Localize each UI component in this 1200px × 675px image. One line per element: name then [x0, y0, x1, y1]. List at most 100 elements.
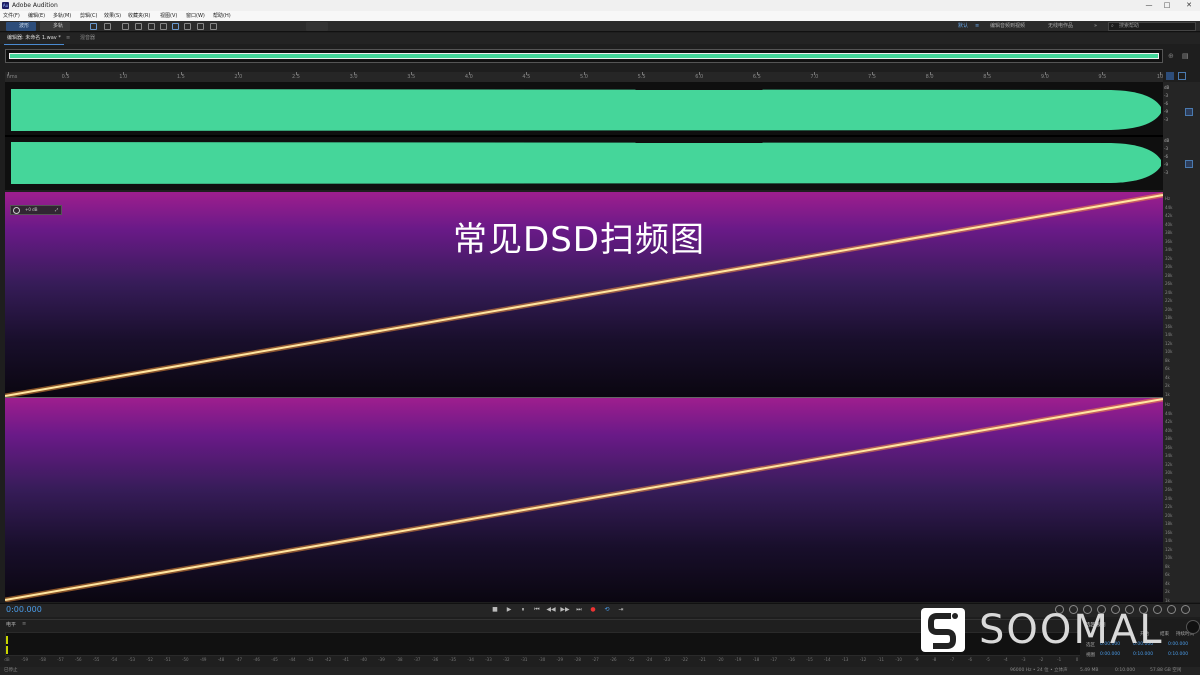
- timecode-display[interactable]: 0:00.000: [6, 605, 42, 614]
- tab-editor[interactable]: 编辑器: 未命名 1.wav *: [4, 33, 64, 45]
- razor-tool-icon[interactable]: [135, 23, 142, 30]
- time-ruler[interactable]: hms 0.5 1.0 1.5 2.0 2.5 3.0 3.5 4.0 4.5 5.0 5.5 6.0 6…: [5, 72, 1163, 82]
- menu-view[interactable]: 视图(V): [160, 11, 177, 21]
- frequency-label: 14k: [1165, 538, 1173, 544]
- menu-clip[interactable]: 剪辑(C): [80, 11, 97, 21]
- brush-tool-icon[interactable]: [197, 23, 204, 30]
- zoom-out-full-icon[interactable]: [1181, 605, 1190, 614]
- panel-scroll-icon[interactable]: [1186, 620, 1200, 634]
- fast-forward-button[interactable]: ▶▶: [560, 606, 570, 614]
- status-free-space: 57.88 GB 空闲: [1150, 668, 1182, 673]
- editor-tabs: 编辑器: 未命名 1.wav * ≡ 混音器: [0, 33, 1200, 45]
- level-scale-label: -39: [378, 657, 385, 662]
- waveform-left-channel: [11, 89, 1161, 131]
- menu-edit[interactable]: 编辑(E): [28, 11, 45, 21]
- lasso-tool-icon[interactable]: [184, 23, 191, 30]
- workspace-edit-video[interactable]: 编辑音频到视频: [990, 21, 1025, 32]
- level-scale-label: -25: [627, 657, 635, 662]
- tab-mixer[interactable]: 混音器: [80, 33, 95, 44]
- spot-healing-icon[interactable]: [210, 23, 217, 30]
- multitrack-button[interactable]: 多轨: [40, 22, 70, 31]
- ruler-label: 10: [1156, 74, 1164, 80]
- level-scale-label: -12: [859, 657, 867, 662]
- move-tool-icon[interactable]: [122, 23, 129, 30]
- level-scale-label: -11: [877, 657, 885, 662]
- overview-waveform[interactable]: [9, 53, 1159, 59]
- level-scale-label: -59: [21, 657, 29, 662]
- go-to-start-button[interactable]: ⏮: [532, 606, 542, 614]
- frequency-label: 28k: [1165, 272, 1173, 278]
- level-scale-label: -26: [610, 657, 617, 662]
- tab-menu-icon[interactable]: ≡: [66, 33, 70, 44]
- level-scale-label: 0: [1075, 657, 1079, 662]
- menu-window[interactable]: 窗口(W): [186, 11, 205, 21]
- minimize-button[interactable]: —: [1142, 0, 1156, 11]
- play-button[interactable]: ▶: [504, 606, 514, 614]
- search-input[interactable]: ⌕ 搜索帮助: [1108, 22, 1196, 31]
- frequency-label: 1k: [1165, 392, 1170, 397]
- frequency-label: 4k: [1165, 580, 1170, 586]
- spectral-toggle-icon[interactable]: [1166, 72, 1174, 80]
- level-scale-label: -45: [271, 657, 278, 662]
- level-scale-label: -21: [699, 657, 706, 662]
- frequency-label: Hz: [1165, 196, 1171, 201]
- menu-multitrack[interactable]: 多轨(M): [53, 11, 71, 21]
- go-to-end-button[interactable]: ⏭: [574, 606, 584, 614]
- more-workspaces-icon[interactable]: »: [1094, 21, 1097, 32]
- record-button[interactable]: ●: [588, 606, 598, 614]
- channel-enable-right-icon[interactable]: [1185, 160, 1193, 168]
- pitch-display-icon[interactable]: [104, 23, 111, 30]
- marquee-tool-icon[interactable]: [172, 23, 179, 30]
- maximize-button[interactable]: □: [1160, 0, 1174, 11]
- channel-enable-left-icon[interactable]: [1185, 108, 1193, 116]
- skip-button[interactable]: ⇥: [616, 606, 626, 614]
- levels-title: 电平: [6, 622, 17, 628]
- spectral-display-icon[interactable]: [90, 23, 97, 30]
- frequency-label: 44k: [1165, 410, 1173, 416]
- frequency-label: 10k: [1165, 555, 1173, 561]
- overview-navigator[interactable]: [5, 49, 1163, 63]
- menu-help[interactable]: 帮助(H): [213, 11, 231, 21]
- frequency-label: 40k: [1165, 221, 1173, 227]
- workspace-menu-icon[interactable]: ≡: [975, 21, 979, 32]
- menu-favorites[interactable]: 收藏夹(R): [128, 11, 150, 21]
- ruler-label: 5.5: [637, 74, 646, 80]
- overview-menu-icon[interactable]: ▤: [1182, 52, 1192, 60]
- close-button[interactable]: ✕: [1182, 0, 1196, 11]
- menu-effects[interactable]: 效果(S): [104, 11, 121, 21]
- frequency-label: 32k: [1165, 255, 1173, 261]
- zoom-navigator-icon[interactable]: ⊕: [1168, 52, 1178, 60]
- level-scale-label: -47: [235, 657, 243, 662]
- ruler-label: 5.0: [580, 74, 588, 80]
- frequency-label: 38k: [1165, 230, 1173, 236]
- spectrogram-right-channel: [5, 398, 1163, 602]
- menu-file[interactable]: 文件(F): [3, 11, 20, 21]
- level-scale-label: -7: [950, 657, 955, 662]
- sel-duration-value[interactable]: 0:00.000: [1168, 642, 1188, 647]
- slip-tool-icon[interactable]: [148, 23, 155, 30]
- levels-menu-icon[interactable]: ≡: [22, 621, 26, 627]
- level-scale-label: -2: [1039, 657, 1044, 662]
- loop-button[interactable]: ⟲: [602, 606, 612, 614]
- level-scale-label: -9: [914, 657, 919, 662]
- frequency-label: 22k: [1165, 298, 1173, 304]
- time-selection-icon[interactable]: [160, 23, 167, 30]
- workspace-radio[interactable]: 无线电作品: [1048, 21, 1073, 32]
- zoom-reset-icon[interactable]: [1167, 605, 1176, 614]
- rewind-button[interactable]: ◀◀: [546, 606, 556, 614]
- waveform-display[interactable]: [5, 82, 1163, 190]
- level-scale-label: -1: [1057, 657, 1062, 662]
- waveform-button[interactable]: 波形: [6, 22, 36, 31]
- stop-button[interactable]: ■: [490, 606, 500, 614]
- status-bar: 已停止 96000 Hz • 24 位 • 立体声 5.49 MB 0:10.0…: [0, 667, 1200, 675]
- frequency-label: Hz: [1165, 402, 1171, 407]
- status-duration: 0:10.000: [1115, 668, 1136, 673]
- frequency-label: 22k: [1165, 504, 1173, 510]
- view-duration-value[interactable]: 0:10.000: [1168, 652, 1188, 657]
- ruler-label: 3.5: [407, 74, 416, 80]
- level-scale-label: -27: [592, 657, 599, 662]
- pitch-toggle-icon[interactable]: [1178, 72, 1186, 80]
- pause-button[interactable]: ⏸: [518, 606, 528, 614]
- level-scale-label: -31: [520, 657, 528, 662]
- workspace-default[interactable]: 默认: [958, 21, 968, 32]
